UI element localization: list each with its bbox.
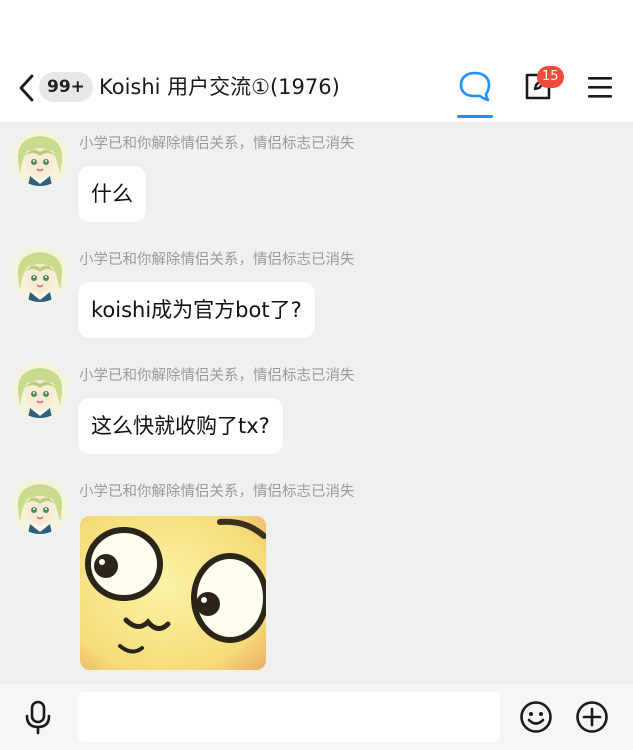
group-title[interactable]: Koishi 用户交流①(1976): [99, 72, 340, 102]
sender-name[interactable]: 小学已和你解除情侣关系，情侣标志已消失: [79, 132, 355, 153]
voice-button[interactable]: [22, 699, 54, 735]
emoji-button[interactable]: [519, 700, 553, 734]
avatar[interactable]: [12, 246, 68, 302]
message-bubble[interactable]: koishi成为官方bot了?: [78, 282, 315, 338]
sender-name[interactable]: 小学已和你解除情侣关系，情侣标志已消失: [79, 364, 355, 385]
message-bubble[interactable]: 什么: [78, 166, 146, 222]
input-bar: [0, 684, 633, 750]
sender-name[interactable]: 小学已和你解除情侣关系，情侣标志已消失: [79, 480, 355, 501]
avatar[interactable]: [12, 362, 68, 418]
hamburger-menu-icon: [588, 77, 612, 98]
message-bubble[interactable]: 这么快就收购了tx?: [78, 398, 283, 454]
back-button[interactable]: [12, 68, 42, 108]
more-button[interactable]: [575, 700, 609, 734]
sticker-image[interactable]: [80, 516, 266, 670]
plus-circle-icon: [576, 701, 608, 733]
active-tab-indicator: [457, 115, 493, 118]
unread-count-badge[interactable]: 99+: [39, 72, 93, 102]
microphone-icon: [25, 700, 51, 735]
tab-chat[interactable]: [455, 66, 495, 118]
menu-button[interactable]: [586, 72, 614, 102]
message-list[interactable]: 小学已和你解除情侣关系，情侣标志已消失 什么 小学已和你解除情侣关系，情侣标志已…: [0, 122, 633, 684]
chevron-left-icon: [19, 74, 34, 102]
chat-bubble-icon: [459, 71, 491, 102]
message-input[interactable]: [78, 692, 500, 742]
sender-name[interactable]: 小学已和你解除情侣关系，情侣标志已消失: [79, 248, 355, 269]
notification-count-badge: 15: [537, 66, 564, 88]
chat-header: 99+ Koishi 用户交流①(1976) 15: [0, 0, 633, 122]
avatar[interactable]: [12, 130, 68, 186]
avatar[interactable]: [12, 478, 68, 534]
smiley-icon: [520, 701, 552, 733]
